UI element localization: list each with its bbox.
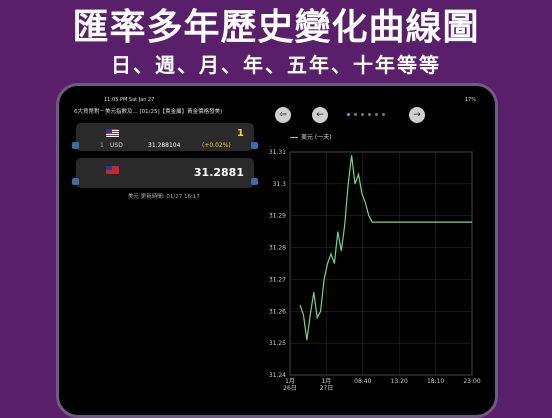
- x-tick-label: 23:00: [463, 378, 480, 385]
- page-dot[interactable]: [375, 113, 378, 116]
- y-tick-label: 31.28: [269, 245, 286, 252]
- rate-chart[interactable]: 31.31 31.3 31.29 31.28 31.27 31.26 31.25 31.24 1…: [258, 140, 486, 405]
- forward-button[interactable]: →: [409, 107, 425, 123]
- headline-subtitle: 日、週、月、年、五年、十年等等: [111, 53, 441, 77]
- back-button[interactable]: ←: [312, 107, 328, 123]
- x-tick-label: 13:20: [391, 378, 408, 385]
- page-dot[interactable]: [354, 113, 357, 116]
- page-dot[interactable]: [368, 113, 371, 116]
- y-tick-label: 31.31: [269, 149, 286, 156]
- usd-card[interactable]: 1 1 USD 31.288104 (+0.02%): [72, 123, 258, 151]
- exchange-rate: 31.288104: [148, 142, 181, 149]
- chart-svg: 31.3131.331.2931.2831.2731.2631.2531.241…: [269, 149, 481, 392]
- rate-change: (+0.02%): [202, 142, 231, 149]
- row-index: 1: [100, 142, 104, 149]
- y-tick-label: 31.26: [269, 308, 286, 315]
- x-tick-label: 26日: [283, 385, 297, 392]
- y-tick-label: 31.27: [269, 276, 286, 283]
- twd-value[interactable]: 31.2881: [194, 166, 244, 179]
- y-tick-label: 31.25: [269, 340, 286, 347]
- x-tick-label: 1月: [285, 378, 295, 385]
- plot-area: [289, 151, 473, 376]
- page-indicator: [347, 113, 389, 116]
- zoom-out-button[interactable]: ⇦: [275, 107, 291, 123]
- usd-rate-row: 1 USD 31.288104 (+0.02%): [72, 141, 258, 151]
- currency-code: USD: [110, 142, 123, 149]
- battery-indicator: 17%: [464, 97, 476, 103]
- page-dot[interactable]: [361, 113, 364, 116]
- twd-card[interactable]: 31.2881: [72, 158, 258, 188]
- legend-swatch: [290, 137, 298, 138]
- home-icon[interactable]: [72, 178, 79, 185]
- usd-amount[interactable]: 1: [237, 128, 244, 139]
- status-bar: 11:05 PM Sat Jan 27 17%: [68, 95, 486, 105]
- x-tick-label: 18:10: [427, 378, 444, 385]
- refresh-icon[interactable]: [72, 142, 79, 149]
- headline-title: 匯率多年歷史變化曲線圖: [72, 7, 480, 48]
- page-dot[interactable]: [382, 113, 385, 116]
- calculator-icon[interactable]: [251, 142, 258, 149]
- y-tick-label: 31.3: [273, 181, 287, 188]
- tw-flag-icon: [106, 166, 119, 174]
- update-time: 美元 更新時間: 01/27 16:17: [128, 194, 200, 200]
- y-tick-label: 31.29: [269, 213, 286, 220]
- y-tick-label: 31.24: [269, 372, 286, 379]
- page-dot[interactable]: [347, 113, 350, 116]
- x-tick-label: 08:40: [354, 378, 371, 385]
- x-tick-label: 1月: [321, 378, 331, 385]
- x-tick-label: 27日: [320, 385, 334, 392]
- app-screen: 11:05 PM Sat Jan 27 17% 6大貨幣對－美元指數及... […: [68, 95, 486, 405]
- status-time: 11:05 PM Sat Jan 27: [104, 97, 155, 103]
- news-ticker[interactable]: 6大貨幣對－美元指數及... [01/25]【貴金屬】黃金價格發美): [74, 107, 254, 117]
- us-flag-icon: [106, 129, 119, 137]
- calculator-icon[interactable]: [251, 178, 258, 185]
